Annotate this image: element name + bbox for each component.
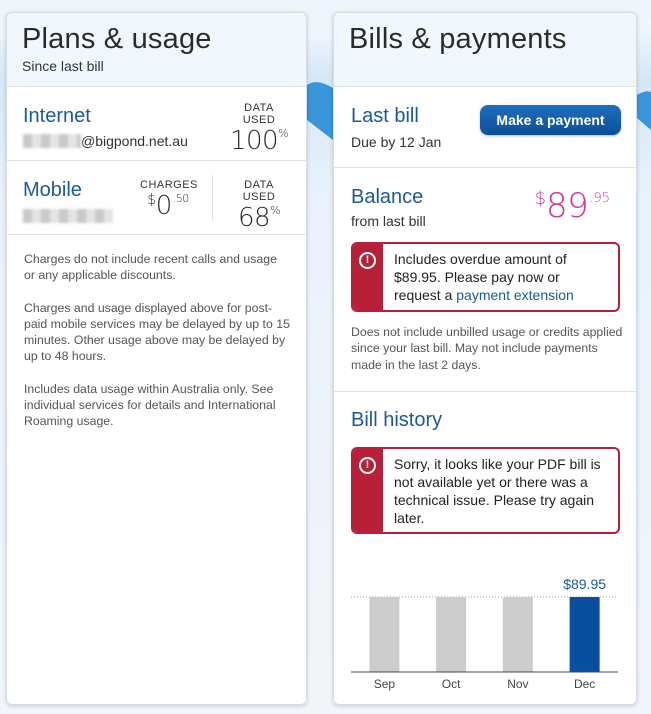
usage-notes: Charges do not include recent calls and … bbox=[7, 235, 306, 430]
mobile-service-name[interactable]: Mobile bbox=[23, 179, 82, 202]
alert-bar: ! bbox=[353, 449, 383, 532]
chart-x-label: Nov bbox=[507, 677, 528, 691]
bill-history-title: Bill history bbox=[351, 409, 443, 431]
mobile-charges-value: $0.50 bbox=[147, 191, 189, 221]
mobile-account bbox=[23, 209, 113, 223]
chart-bar-nov[interactable] bbox=[502, 597, 533, 672]
internet-account-domain: @bigpond.net.au bbox=[81, 133, 188, 149]
redacted-mobile-number bbox=[23, 209, 113, 223]
internet-account: @bigpond.net.au bbox=[23, 133, 188, 149]
usage-note: Charges do not include recent calls and … bbox=[24, 252, 277, 283]
chart-bar-sep[interactable] bbox=[369, 597, 400, 672]
internet-data-used-value: 100% bbox=[229, 126, 289, 156]
balance-note: Does not include unbilled usage or credi… bbox=[351, 325, 623, 372]
plans-title: Plans & usage bbox=[22, 23, 212, 55]
internet-data-used: DATA USED 100% bbox=[227, 102, 291, 156]
payment-extension-link[interactable]: payment extension bbox=[456, 287, 574, 303]
bills-title: Bills & payments bbox=[349, 23, 567, 55]
metric-divider bbox=[212, 175, 213, 221]
bill-history-alert-text: Sorry, it looks like your PDF bill is no… bbox=[394, 456, 601, 526]
bill-history-alert: ! Sorry, it looks like your PDF bill is … bbox=[351, 447, 620, 534]
mobile-data-used-value: 68% bbox=[237, 203, 281, 233]
plans-usage-card: Plans & usage Since last bill Internet @… bbox=[6, 12, 307, 705]
section-divider bbox=[334, 391, 636, 392]
plans-card-header: Plans & usage Since last bill bbox=[7, 13, 306, 87]
internet-data-used-label: DATA USED bbox=[242, 102, 276, 126]
plans-subtitle: Since last bill bbox=[22, 58, 104, 74]
chart-bar-dec[interactable] bbox=[569, 597, 600, 672]
usage-note: Charges and usage displayed above for po… bbox=[24, 300, 290, 364]
bills-payments-card: Bills & payments Last bill Due by 12 Jan… bbox=[333, 12, 637, 705]
redacted-username bbox=[23, 134, 81, 148]
chart-x-label: Oct bbox=[442, 677, 461, 691]
section-divider bbox=[334, 167, 636, 168]
overdue-alert: ! Includes overdue amount of $89.95. Ple… bbox=[351, 242, 620, 312]
usage-note: Includes data usage within Australia onl… bbox=[24, 381, 276, 429]
balance-title: Balance bbox=[351, 186, 424, 208]
internet-service-name[interactable]: Internet bbox=[23, 105, 91, 128]
make-payment-button[interactable]: Make a payment bbox=[480, 105, 621, 135]
mobile-service-row[interactable]: Mobile CHARGES $0.50 DATA USED 68% bbox=[7, 161, 306, 235]
overdue-alert-text: Includes overdue amount of $89.95. Pleas… bbox=[394, 251, 574, 303]
exclamation-icon: ! bbox=[359, 457, 376, 474]
last-bill-title[interactable]: Last bill bbox=[351, 105, 419, 128]
alert-bar: ! bbox=[353, 244, 383, 310]
chart-x-label: Sep bbox=[374, 677, 396, 691]
exclamation-icon: ! bbox=[359, 252, 376, 269]
mobile-data-used: DATA USED 68% bbox=[227, 179, 291, 233]
chart-x-label: Dec bbox=[574, 677, 595, 691]
mobile-data-used-label: DATA USED bbox=[242, 179, 276, 203]
balance-amount: $89.95 bbox=[534, 186, 610, 226]
internet-service-row[interactable]: Internet @bigpond.net.au DATA USED 100% bbox=[7, 87, 306, 161]
balance-subtitle: from last bill bbox=[351, 213, 426, 229]
mobile-charges: CHARGES $0.50 bbox=[140, 179, 198, 221]
chart-bar-oct[interactable] bbox=[436, 597, 467, 672]
bills-card-header: Bills & payments bbox=[334, 13, 636, 87]
last-bill-due: Due by 12 Jan bbox=[351, 134, 442, 150]
mobile-charges-label: CHARGES bbox=[140, 179, 198, 191]
chart-value-label: $89.95 bbox=[563, 576, 606, 592]
bill-history-chart: Sep Oct Nov Dec $89.95 bbox=[351, 576, 618, 691]
